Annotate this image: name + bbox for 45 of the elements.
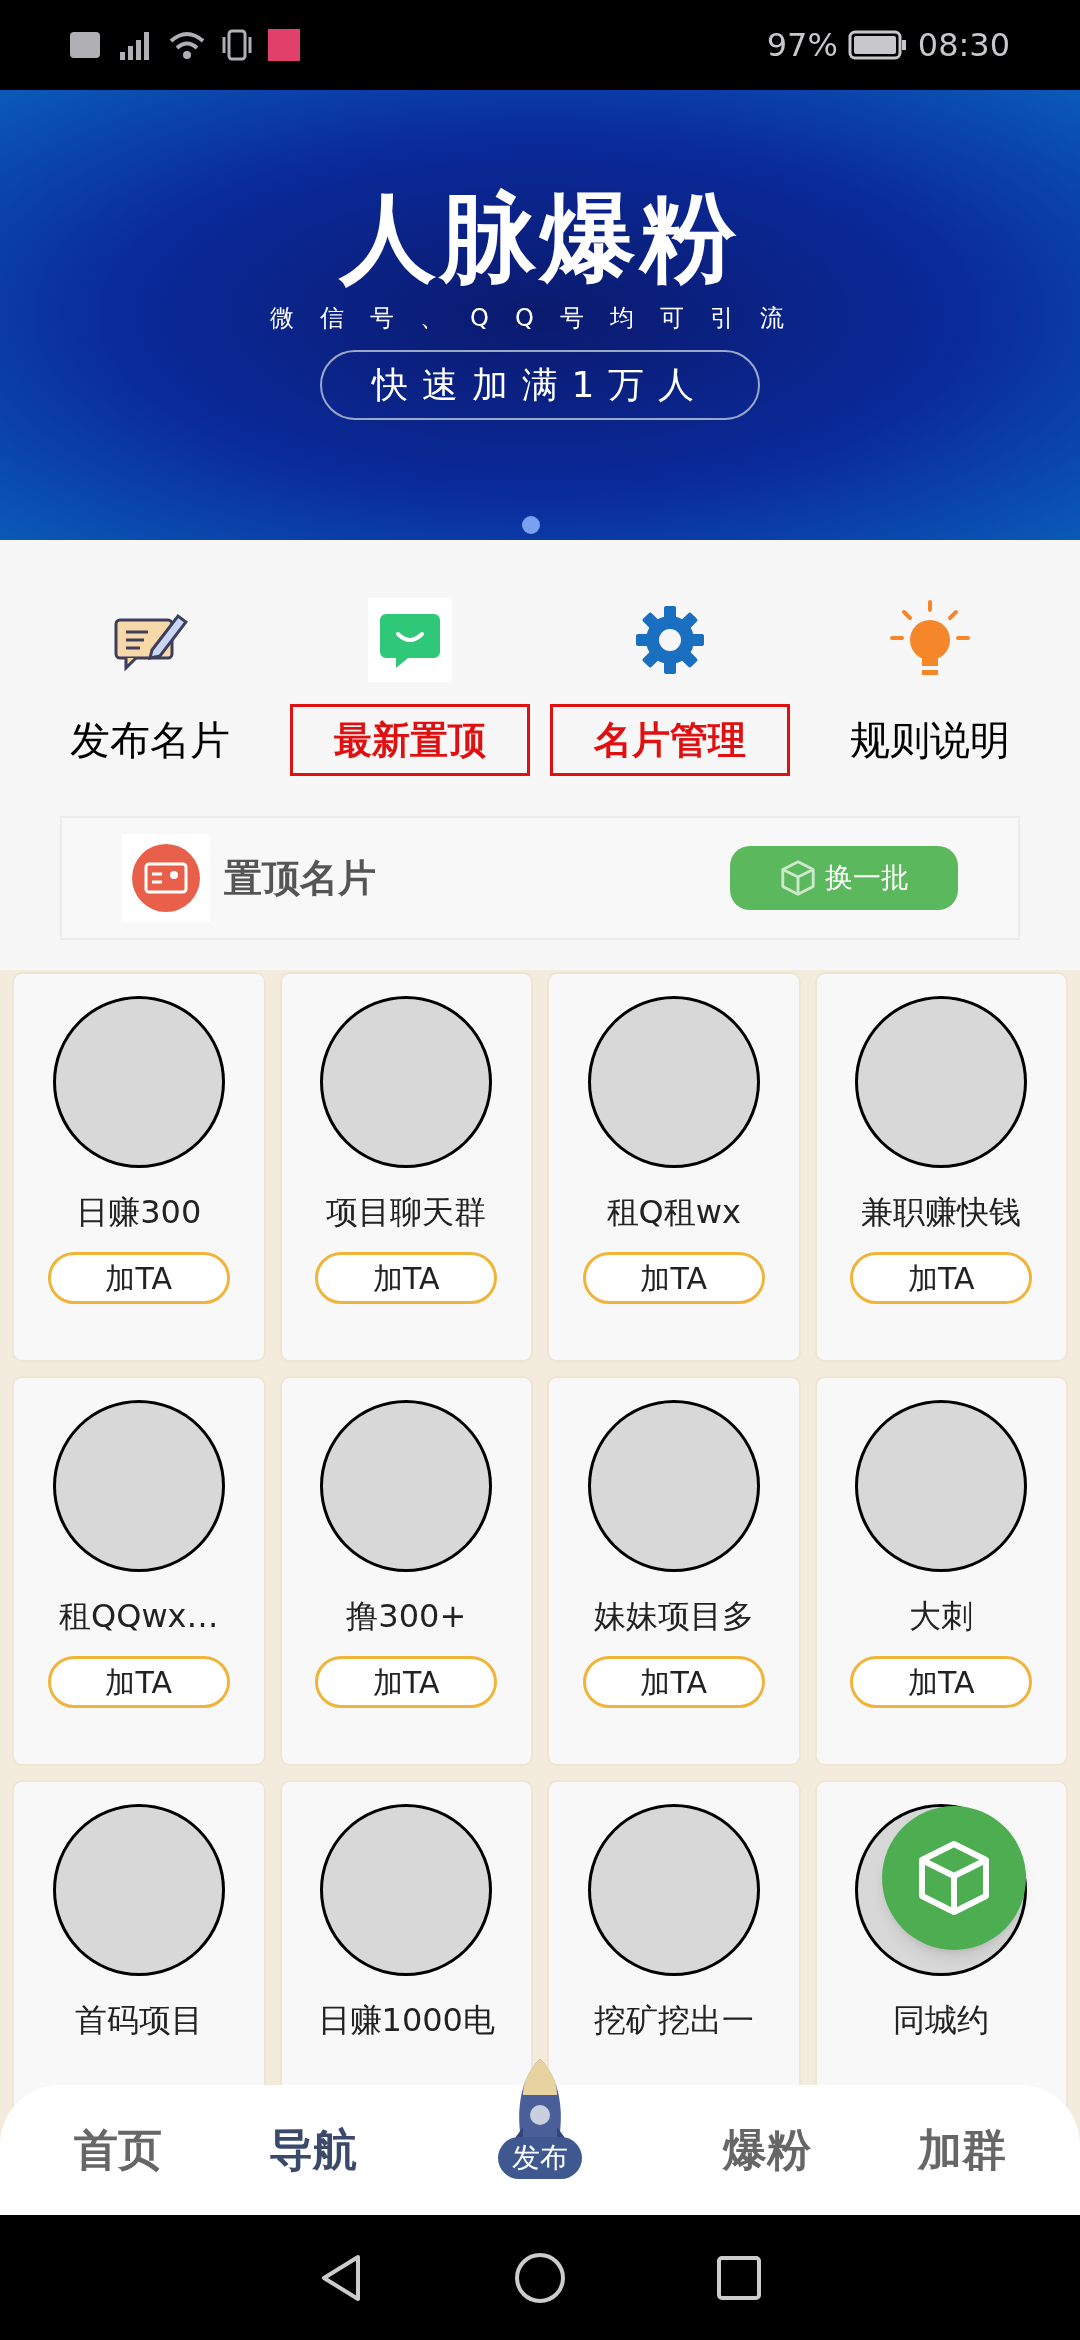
nav-tab[interactable]: 加群 bbox=[918, 2117, 1007, 2183]
card-name: 首码项目 bbox=[74, 2000, 203, 2041]
battery-icon bbox=[847, 30, 908, 60]
card-name: 日赚1000电 bbox=[317, 2000, 495, 2041]
nav-tab[interactable]: 首页 bbox=[73, 2117, 162, 2183]
action-button[interactable]: 名片管理 bbox=[550, 704, 790, 776]
pinned-title: 置顶名片 bbox=[224, 854, 376, 902]
card-name: 同城约 bbox=[893, 2000, 990, 2041]
add-button[interactable]: 加TA bbox=[582, 1252, 765, 1304]
battery-percent: 97% bbox=[766, 25, 838, 66]
card-name: 租Q租wx bbox=[606, 1192, 741, 1233]
recents-icon[interactable] bbox=[716, 2254, 762, 2301]
add-button[interactable]: 加TA bbox=[315, 1656, 498, 1708]
vibrate-icon bbox=[220, 29, 254, 61]
settings-icon bbox=[634, 604, 706, 676]
card-name: 兼职赚快钱 bbox=[861, 1192, 1022, 1233]
card-name: 挖矿挖出一 bbox=[593, 2000, 754, 2041]
banner-pill: 快速加满1万人 bbox=[319, 350, 761, 420]
action-button[interactable]: 规则说明 bbox=[850, 704, 1010, 776]
card-name: 大刺 bbox=[909, 1596, 974, 1637]
action-button[interactable]: 发布名片 bbox=[70, 704, 230, 776]
app-notification-icon bbox=[268, 29, 300, 61]
nav-tab[interactable]: 导航 bbox=[269, 2117, 358, 2183]
hd-icon bbox=[70, 32, 100, 58]
card-name: 租QQwx… bbox=[59, 1596, 219, 1637]
banner-subtitle: 微信号、QQ号均可引流 bbox=[270, 303, 810, 334]
home-icon[interactable] bbox=[514, 2251, 566, 2304]
add-button[interactable]: 加TA bbox=[315, 1252, 498, 1304]
id-card-icon bbox=[122, 834, 210, 922]
add-button[interactable]: 加TA bbox=[47, 1656, 230, 1708]
add-button[interactable]: 加TA bbox=[850, 1252, 1033, 1304]
chat-bubble-icon bbox=[368, 598, 452, 682]
cube-icon bbox=[779, 859, 817, 897]
add-button[interactable]: 加TA bbox=[850, 1656, 1033, 1708]
card-name: 日赚300 bbox=[76, 1192, 202, 1233]
card-name: 撸300+ bbox=[346, 1596, 467, 1637]
wifi-icon bbox=[168, 30, 206, 60]
card-name: 妹妹项目多 bbox=[593, 1596, 754, 1637]
action-button[interactable]: 最新置顶 bbox=[290, 704, 530, 776]
banner-title: 人脉爆粉 bbox=[340, 190, 740, 286]
add-button[interactable]: 加TA bbox=[47, 1252, 230, 1304]
add-button[interactable]: 加TA bbox=[582, 1656, 765, 1708]
nav-tab[interactable]: 爆粉 bbox=[722, 2117, 811, 2183]
card-name: 项目聊天群 bbox=[326, 1192, 487, 1233]
clock: 08:30 bbox=[917, 25, 1010, 66]
